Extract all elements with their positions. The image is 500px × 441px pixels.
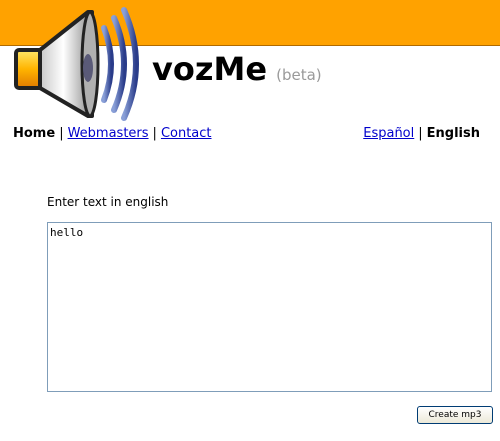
nav-separator: | xyxy=(152,126,157,141)
beta-label: (beta) xyxy=(276,66,322,84)
nav-separator: | xyxy=(418,126,423,141)
speaker-icon xyxy=(14,7,139,121)
nav-webmasters-link[interactable]: Webmasters xyxy=(68,126,149,141)
nav-home[interactable]: Home xyxy=(13,126,55,141)
nav-contact-link[interactable]: Contact xyxy=(161,126,212,141)
create-mp3-button[interactable]: Create mp3 xyxy=(417,406,493,424)
site-title: vozMe (beta) xyxy=(152,50,322,88)
lang-spanish-link[interactable]: Español xyxy=(363,126,414,141)
nav-separator: | xyxy=(59,126,64,141)
lang-english-current[interactable]: English xyxy=(427,126,480,141)
site-name: vozMe xyxy=(152,50,268,88)
language-nav: Español | English xyxy=(363,126,480,141)
text-input-area[interactable]: hello xyxy=(47,222,492,392)
text-input-label: Enter text in english xyxy=(47,195,169,209)
main-nav: Home | Webmasters | Contact xyxy=(13,126,212,141)
